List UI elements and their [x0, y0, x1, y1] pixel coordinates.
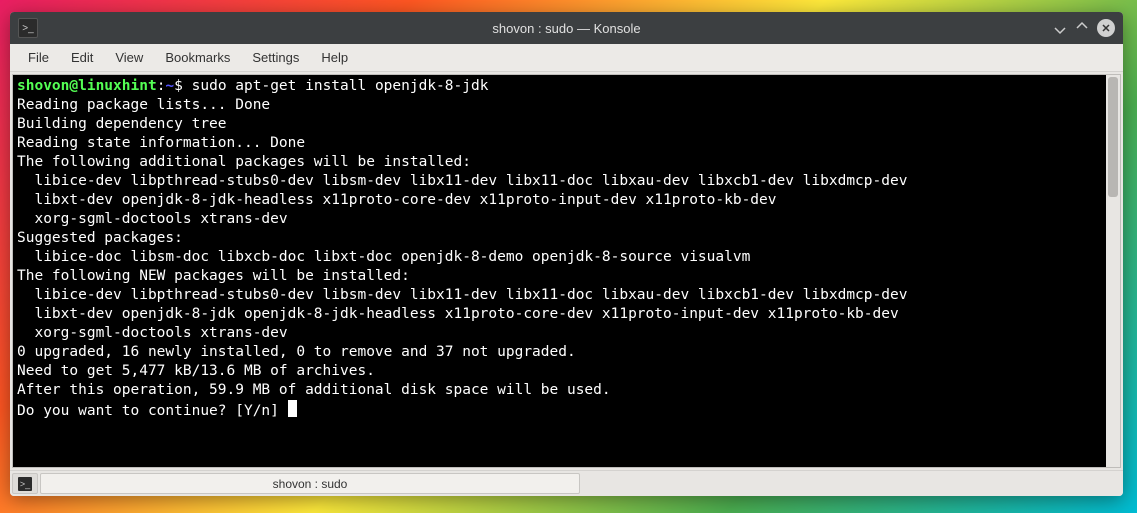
scrollbar-thumb[interactable]: [1108, 77, 1118, 197]
titlebar-left: >_: [18, 18, 98, 38]
window-controls: ✕: [1035, 19, 1115, 37]
menu-settings[interactable]: Settings: [242, 46, 309, 69]
terminal[interactable]: shovon@linuxhint:~$ sudo apt-get install…: [13, 75, 1106, 467]
tabbar: >_ shovon : sudo: [10, 470, 1123, 496]
window-title: shovon : sudo — Konsole: [98, 21, 1035, 36]
konsole-window: >_ shovon : sudo — Konsole ✕ File Edit V…: [10, 12, 1123, 496]
close-button[interactable]: ✕: [1097, 19, 1115, 37]
menu-view[interactable]: View: [105, 46, 153, 69]
menu-file[interactable]: File: [18, 46, 59, 69]
terminal-container: shovon@linuxhint:~$ sudo apt-get install…: [12, 74, 1121, 468]
new-tab-button[interactable]: >_: [12, 473, 38, 494]
terminal-icon: >_: [18, 477, 32, 491]
app-icon: >_: [18, 18, 38, 38]
tab-active[interactable]: shovon : sudo: [40, 473, 580, 494]
menu-edit[interactable]: Edit: [61, 46, 103, 69]
minimize-button[interactable]: [1053, 21, 1067, 35]
maximize-button[interactable]: [1075, 21, 1089, 35]
menu-help[interactable]: Help: [311, 46, 358, 69]
scrollbar[interactable]: [1106, 75, 1120, 467]
menu-bookmarks[interactable]: Bookmarks: [155, 46, 240, 69]
titlebar[interactable]: >_ shovon : sudo — Konsole ✕: [10, 12, 1123, 44]
tab-label: shovon : sudo: [273, 477, 348, 491]
menubar: File Edit View Bookmarks Settings Help: [10, 44, 1123, 72]
